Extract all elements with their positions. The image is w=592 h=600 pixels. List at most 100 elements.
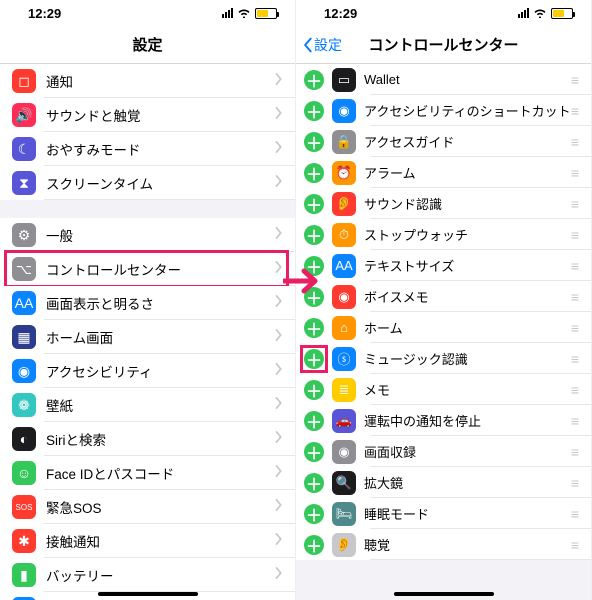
grip-icon[interactable]: ≡ (571, 289, 579, 305)
control-center-row[interactable]: ＋◉ボイスメモ≡ (296, 281, 591, 312)
settings-row[interactable]: ◻︎通知 (0, 64, 295, 98)
grip-icon[interactable]: ≡ (571, 444, 579, 460)
settings-row[interactable]: AA画面表示と明るさ (0, 286, 295, 320)
settings-row[interactable]: ◐Siriと検索 (0, 422, 295, 456)
settings-row[interactable]: 🔊サウンドと触覚 (0, 98, 295, 132)
grip-icon[interactable]: ≡ (571, 537, 579, 553)
ear-icon: 👂 (332, 192, 356, 216)
row-label: 緊急SOS (46, 497, 275, 517)
grip-icon[interactable]: ≡ (571, 351, 579, 367)
settings-row[interactable]: SOS 緊急SOS (0, 490, 295, 524)
grip-icon[interactable]: ≡ (571, 165, 579, 181)
add-button[interactable]: ＋ (304, 132, 324, 152)
row-label: Face IDとパスコード (46, 463, 275, 483)
row-label: アクセスガイド (364, 132, 571, 151)
add-button[interactable]: ＋ (304, 287, 324, 307)
grip-icon[interactable]: ≡ (571, 320, 579, 336)
add-button[interactable]: ＋ (304, 318, 324, 338)
add-button[interactable]: ＋ (304, 411, 324, 431)
row-label: Wallet (364, 72, 571, 87)
home-icon: ⌂ (332, 316, 356, 340)
add-button[interactable]: ＋ (304, 442, 324, 462)
grip-icon[interactable]: ≡ (571, 506, 579, 522)
wallet-icon: ▭ (332, 68, 356, 92)
settings-row[interactable]: ◉アクセシビリティ (0, 354, 295, 388)
add-button[interactable]: ＋ (304, 504, 324, 524)
chevron-right-icon (275, 430, 283, 448)
settings-row[interactable]: ▮バッテリー (0, 558, 295, 592)
control-center-row[interactable]: ＋◉画面収録≡ (296, 436, 591, 467)
add-button[interactable]: ＋ (304, 194, 324, 214)
add-button[interactable]: ＋ (304, 535, 324, 555)
control-center-row[interactable]: ＋ ⓢ ミュージック認識≡ (296, 343, 591, 374)
control-center-row[interactable]: ＋🔍拡大鏡≡ (296, 467, 591, 498)
control-center-row[interactable]: ＋ ⌂ ホーム≡ (296, 312, 591, 343)
grip-icon[interactable]: ≡ (571, 227, 579, 243)
back-button[interactable]: 設定 (302, 26, 342, 63)
flower-icon: ❁ (12, 393, 36, 417)
settings-row[interactable]: ⚙︎一般 (0, 218, 295, 252)
control-center-row[interactable]: ＋ 🚗 運転中の通知を停止≡ (296, 405, 591, 436)
chevron-right-icon (275, 226, 283, 244)
settings-row[interactable]: ⌥コントロールセンター (0, 252, 295, 286)
add-button[interactable]: ＋ (304, 349, 324, 369)
control-center-row[interactable]: ＋AAテキストサイズ≡ (296, 250, 591, 281)
add-button[interactable]: ＋ (304, 163, 324, 183)
settings-row[interactable]: ▦ホーム画面 (0, 320, 295, 354)
add-button[interactable]: ＋ (304, 70, 324, 90)
settings-row[interactable]: ✱接触通知 (0, 524, 295, 558)
row-label: おやすみモード (46, 139, 275, 159)
control-center-row[interactable]: ＋◉アクセシビリティのショートカット≡ (296, 95, 591, 126)
grip-icon[interactable]: ≡ (571, 103, 579, 119)
stopwatch-icon: ⏱ (332, 223, 356, 247)
control-center-row[interactable]: ＋🛏睡眠モード≡ (296, 498, 591, 529)
grip-icon[interactable]: ≡ (571, 72, 579, 88)
chevron-right-icon (275, 566, 283, 584)
magnifier-icon: 🔍 (332, 471, 356, 495)
grip-icon[interactable]: ≡ (571, 196, 579, 212)
control-center-row[interactable]: ＋👂サウンド認識≡ (296, 188, 591, 219)
add-button[interactable]: ＋ (304, 473, 324, 493)
shazam-icon: ⓢ (332, 347, 356, 371)
control-center-row[interactable]: ＋⏱ストップウォッチ≡ (296, 219, 591, 250)
row-label: 画面表示と明るさ (46, 293, 275, 313)
car-icon: 🚗 (332, 409, 356, 433)
grip-icon[interactable]: ≡ (571, 413, 579, 429)
control-center-row[interactable]: ＋👂聴覚≡ (296, 529, 591, 560)
sos-icon: SOS (12, 495, 36, 519)
control-center-row[interactable]: ＋🔒アクセスガイド≡ (296, 126, 591, 157)
add-button[interactable]: ＋ (304, 380, 324, 400)
grip-icon[interactable]: ≡ (571, 475, 579, 491)
row-label: 運転中の通知を停止 (364, 411, 571, 430)
chevron-right-icon (275, 396, 283, 414)
exposure-icon: ✱ (12, 529, 36, 553)
wifi-icon (533, 6, 547, 21)
row-label: スクリーンタイム (46, 173, 275, 193)
chevron-right-icon (275, 106, 283, 124)
add-button[interactable]: ＋ (304, 225, 324, 245)
speaker-icon: 🔊 (12, 103, 36, 127)
home-indicator[interactable] (98, 592, 198, 596)
settings-row[interactable]: ❁壁紙 (0, 388, 295, 422)
status-bar: 12:29 (0, 0, 295, 26)
control-center-list: ＋▭Wallet≡＋◉アクセシビリティのショートカット≡＋🔒アクセスガイド≡＋⏰… (296, 64, 591, 600)
home-indicator[interactable] (394, 592, 494, 596)
row-label: ホーム (364, 318, 571, 337)
notes-icon: ≣ (332, 378, 356, 402)
signal-icon (222, 8, 233, 18)
grip-icon[interactable]: ≡ (571, 134, 579, 150)
add-button[interactable]: ＋ (304, 256, 324, 276)
faceid-icon: ☺︎ (12, 461, 36, 485)
switches-icon: ⌥ (12, 257, 36, 281)
settings-row[interactable]: ☾おやすみモード (0, 132, 295, 166)
add-button[interactable]: ＋ (304, 101, 324, 121)
control-center-row[interactable]: ＋ ≣ メモ≡ (296, 374, 591, 405)
grip-icon[interactable]: ≡ (571, 258, 579, 274)
grip-icon[interactable]: ≡ (571, 382, 579, 398)
control-center-row[interactable]: ＋⏰アラーム≡ (296, 157, 591, 188)
row-label: ミュージック認識 (364, 349, 571, 368)
settings-row[interactable]: ☺︎ Face IDとパスコード (0, 456, 295, 490)
control-center-row[interactable]: ＋ ▭ Wallet≡ (296, 64, 591, 95)
row-label: メモ (364, 380, 571, 399)
settings-row[interactable]: ⧗スクリーンタイム (0, 166, 295, 200)
